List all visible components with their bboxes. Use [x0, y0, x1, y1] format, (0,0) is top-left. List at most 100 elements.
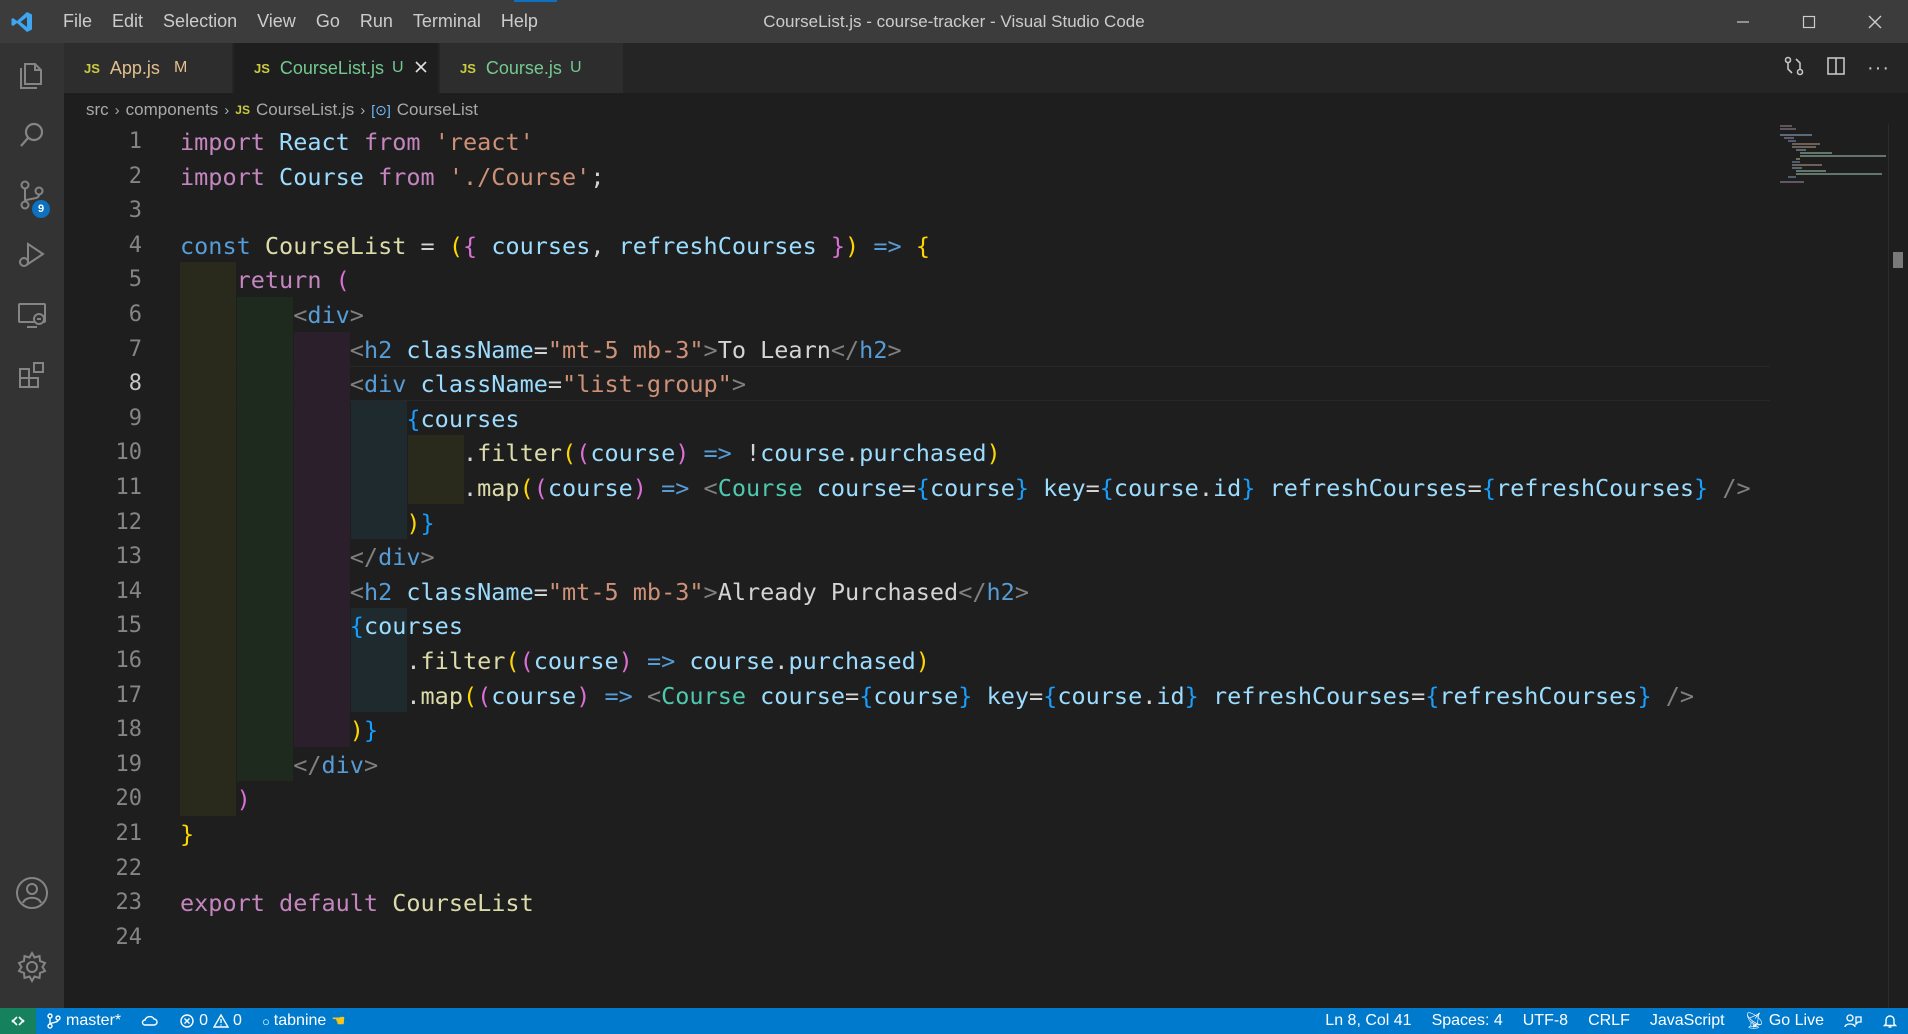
breadcrumb-symbol[interactable]: CourseList [397, 100, 478, 120]
indentation[interactable]: Spaces: 4 [1422, 1008, 1513, 1034]
feedback-icon[interactable] [1834, 1008, 1872, 1034]
code-token: courses [491, 231, 591, 260]
tabnine-indicator[interactable]: ○ tabnine ☚ [252, 1008, 356, 1034]
code-token: => [604, 681, 633, 710]
code-line[interactable]: 13 </div> [64, 540, 1824, 575]
code-text: )} [180, 506, 434, 541]
remote-indicator-icon[interactable] [0, 1008, 36, 1034]
code-token: > [703, 577, 718, 606]
breadcrumb-components[interactable]: components [126, 100, 219, 120]
remote-explorer-icon[interactable] [0, 285, 64, 345]
code-token: refreshCourses [1495, 474, 1695, 502]
search-icon[interactable] [0, 105, 64, 165]
cursor-position[interactable]: Ln 8, Col 41 [1315, 1008, 1421, 1034]
tab-course-js[interactable]: JS Course.js U [440, 43, 624, 93]
encoding[interactable]: UTF-8 [1513, 1008, 1578, 1034]
code-line[interactable]: 3 [64, 194, 1824, 229]
explorer-icon[interactable] [0, 45, 64, 105]
menu-go[interactable]: Go [306, 0, 350, 43]
code-token: = [547, 370, 563, 399]
code-line[interactable]: 19 </div> [64, 748, 1824, 783]
code-text: ) [180, 782, 251, 817]
code-line[interactable]: 22 [64, 852, 1824, 887]
notifications-bell-icon[interactable] [1872, 1008, 1908, 1034]
code-line[interactable]: 17 .map((course) => <Course course={cour… [64, 679, 1824, 714]
minimize-icon[interactable] [1710, 0, 1776, 43]
code-line[interactable]: 23 export default CourseList [64, 886, 1824, 921]
close-icon[interactable] [1842, 0, 1908, 43]
code-line[interactable]: 6 <div> [64, 298, 1824, 333]
split-editor-icon[interactable] [1825, 55, 1847, 82]
code-line[interactable]: 10 .filter((course) => !course.purchased… [64, 436, 1824, 471]
menu-selection[interactable]: Selection [153, 0, 247, 43]
close-tab-icon[interactable] [414, 58, 428, 79]
code-line[interactable]: 20 ) [64, 782, 1824, 817]
code-line[interactable]: 5 return ( [64, 263, 1824, 298]
code-token: { [349, 612, 364, 641]
warning-icon [213, 1013, 230, 1028]
breadcrumb-src[interactable]: src [86, 100, 109, 120]
code-line[interactable]: 18 )} [64, 713, 1824, 748]
run-debug-icon[interactable] [0, 225, 64, 285]
code-line[interactable]: 14 <h2 className="mt-5 mb-3">Already Pur… [64, 575, 1824, 610]
vertical-scrollbar[interactable] [1888, 124, 1908, 1008]
menu-view[interactable]: View [247, 0, 306, 43]
branch-indicator[interactable]: master* [36, 1008, 131, 1034]
code-line[interactable]: 21} [64, 817, 1824, 852]
code-token: key [1043, 474, 1086, 502]
go-live-button[interactable]: 📡︎ Go Live [1735, 1008, 1834, 1034]
code-line[interactable]: 11 .map((course) => <Course course={cour… [64, 471, 1824, 506]
scrollbar-thumb[interactable] [1893, 252, 1903, 268]
code-line[interactable]: 4 const CourseList = ({ courses, refreshC… [64, 229, 1824, 264]
window-controls [1710, 0, 1908, 43]
code-line[interactable]: 7 <h2 className="mt-5 mb-3">To Learn</h2… [64, 333, 1824, 368]
maximize-icon[interactable] [1776, 0, 1842, 43]
menu-run[interactable]: Run [350, 0, 403, 43]
menu-help[interactable]: Help [491, 0, 548, 43]
sync-icon[interactable] [131, 1008, 169, 1034]
language-mode[interactable]: JavaScript [1640, 1008, 1735, 1034]
code-editor[interactable]: 1 import React from 'react' 2 import Course… [64, 124, 1888, 1008]
code-line[interactable]: 16 .filter((course) => course.purchased) [64, 644, 1824, 679]
code-token: /> [1665, 681, 1695, 710]
code-token: { [915, 231, 930, 260]
line-number: 6 [128, 302, 142, 327]
menu-edit[interactable]: Edit [102, 0, 153, 43]
minimap[interactable] [1776, 124, 1888, 184]
code-token: course [1057, 681, 1143, 710]
code-line[interactable]: 24 [64, 921, 1824, 956]
code-line[interactable]: 2 import Course from './Course'; [64, 160, 1824, 195]
source-control-icon[interactable]: 9 [0, 165, 64, 225]
more-actions-icon[interactable]: ··· [1867, 57, 1890, 80]
tab-courselist-js[interactable]: JS CourseList.js U [234, 43, 439, 93]
code-line[interactable]: 8 <div className="list-group"> [64, 367, 1824, 402]
menu-file[interactable]: File [53, 0, 102, 43]
code-token: ! [731, 439, 761, 468]
end-of-line[interactable]: CRLF [1578, 1008, 1640, 1034]
menu-terminal[interactable]: Terminal [403, 0, 491, 43]
code-text: )} [180, 713, 378, 748]
open-changes-icon[interactable] [1783, 55, 1805, 82]
code-line[interactable]: 12 )} [64, 506, 1824, 541]
problems-indicator[interactable]: 0 0 [169, 1008, 252, 1034]
account-icon[interactable] [0, 863, 64, 923]
branch-name: master* [66, 1012, 122, 1029]
extensions-icon[interactable] [0, 345, 64, 405]
code-token: = [1467, 474, 1482, 502]
code-token: 'react' [434, 128, 534, 156]
code-line[interactable]: 9 {courses [64, 402, 1824, 437]
breadcrumb: src › components › JS CourseList.js › [⊙… [86, 97, 478, 123]
code-line[interactable]: 1 import React from 'react' [64, 125, 1824, 160]
settings-gear-icon[interactable] [0, 937, 64, 997]
code-token: course [760, 439, 846, 468]
breadcrumb-file[interactable]: CourseList.js [256, 100, 354, 120]
code-token: < [703, 474, 718, 502]
code-token: className [406, 577, 534, 606]
code-token: ( [448, 231, 463, 260]
code-token: './Course' [448, 162, 591, 191]
code-line[interactable]: 15 {courses [64, 609, 1824, 644]
tab-app-js[interactable]: JS App.js M [64, 43, 233, 93]
